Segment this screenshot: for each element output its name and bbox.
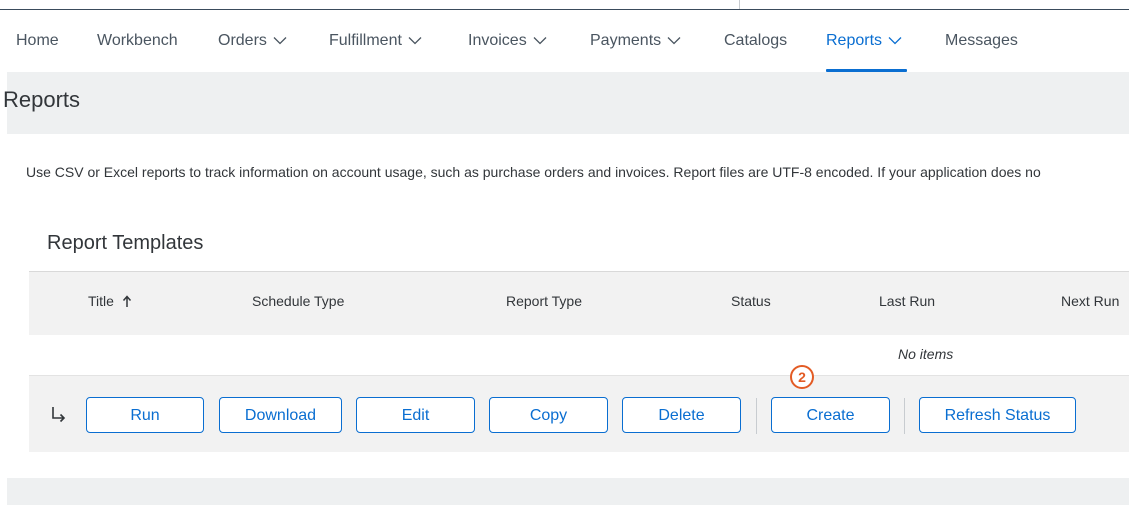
button-separator [904, 398, 905, 434]
column-header-last-run[interactable]: Last Run [879, 293, 935, 309]
chevron-down-icon [667, 30, 681, 52]
nav-payments[interactable]: Payments [590, 30, 681, 52]
column-header-title[interactable]: Title [88, 293, 132, 311]
page-header: Reports [3, 72, 1129, 134]
nav-label: Workbench [97, 32, 178, 49]
column-label: Title [88, 293, 114, 309]
page-title: Reports [3, 87, 81, 112]
download-button[interactable]: Download [219, 397, 342, 433]
nav-label: Orders [218, 32, 267, 50]
section-title: Report Templates [47, 232, 204, 254]
chevron-down-icon [408, 30, 422, 52]
nav-label: Reports [826, 32, 883, 50]
chevron-down-icon [533, 30, 547, 52]
nav-messages[interactable]: Messages [945, 30, 1018, 52]
refresh-status-button[interactable]: Refresh Status [919, 397, 1076, 433]
create-button[interactable]: Create [771, 397, 890, 433]
button-separator [756, 398, 757, 434]
nav-orders[interactable]: Orders [218, 30, 287, 52]
nav-workbench[interactable]: Workbench [97, 30, 178, 52]
column-header-status[interactable]: Status [731, 293, 771, 309]
table-header: Title Schedule Type Report Type Status L… [29, 271, 1129, 336]
nav-label: Home [16, 32, 59, 49]
return-arrow-icon [51, 406, 67, 429]
nav-label: Fulfillment [329, 32, 402, 50]
main-nav: Home Workbench Orders Fulfillment Invoic… [0, 10, 1129, 72]
nav-fulfillment[interactable]: Fulfillment [329, 30, 422, 52]
nav-label: Payments [590, 32, 662, 50]
column-header-next-run[interactable]: Next Run [1061, 293, 1119, 309]
chevron-down-icon [273, 30, 287, 52]
top-strip [0, 0, 1129, 10]
nav-home[interactable]: Home [16, 30, 59, 52]
delete-button[interactable]: Delete [622, 397, 741, 433]
page-description: Use CSV or Excel reports to track inform… [26, 164, 1041, 180]
arrow-up-icon [122, 295, 132, 311]
nav-invoices[interactable]: Invoices [468, 30, 547, 52]
nav-label: Messages [945, 32, 1018, 49]
nav-catalogs[interactable]: Catalogs [724, 30, 787, 52]
action-bar: Run Download Edit Copy Delete Create Ref… [29, 376, 1129, 452]
chevron-down-icon [888, 30, 902, 52]
copy-button[interactable]: Copy [489, 397, 608, 433]
nav-label: Catalogs [724, 32, 788, 49]
step-marker-badge: 2 [790, 365, 814, 389]
nav-label: Invoices [468, 32, 527, 50]
empty-table-row: No items [29, 335, 1129, 376]
nav-reports[interactable]: Reports [826, 30, 902, 52]
column-header-report-type[interactable]: Report Type [506, 293, 582, 309]
footer-band [7, 478, 1129, 505]
empty-state-text: No items [898, 346, 954, 362]
run-button[interactable]: Run [86, 397, 204, 433]
edit-button[interactable]: Edit [356, 397, 475, 433]
column-header-schedule-type[interactable]: Schedule Type [252, 293, 344, 309]
